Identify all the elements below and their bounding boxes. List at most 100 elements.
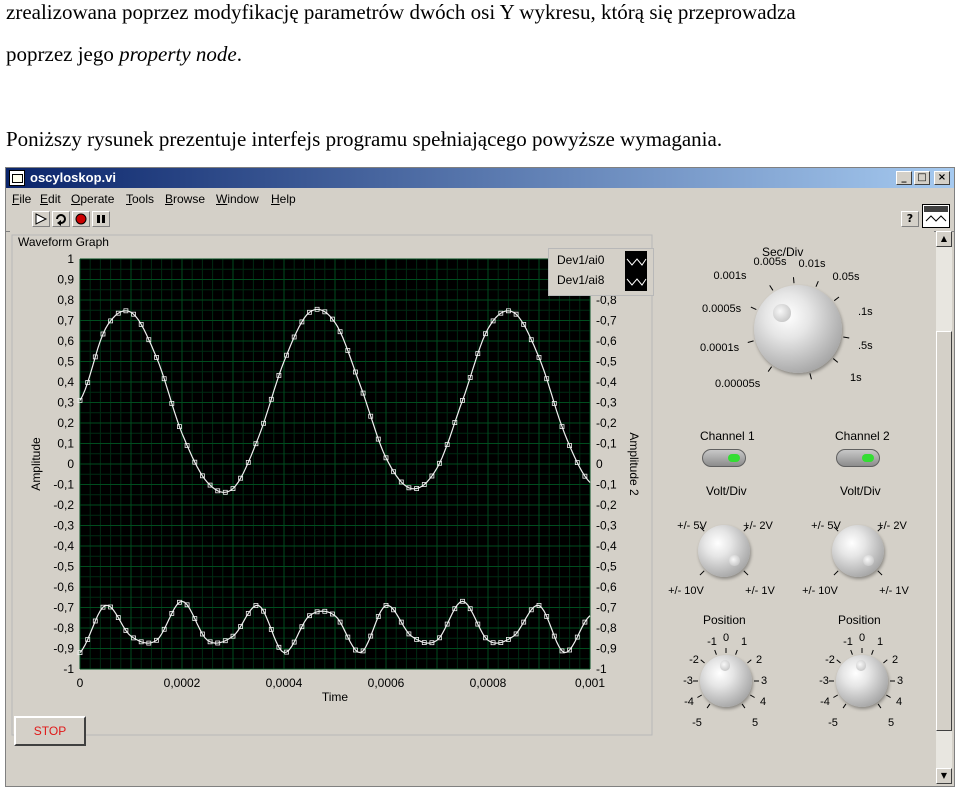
channel2-led[interactable] — [836, 449, 880, 467]
y-tick-label: -0,4 — [53, 539, 74, 553]
stop-button[interactable]: STOP — [14, 716, 86, 746]
menu-edit[interactable]: Edit — [40, 192, 61, 206]
y-tick-label: 0,2 — [57, 416, 74, 430]
app-icon[interactable] — [9, 170, 25, 186]
channel1-volt-scale-label: +/- 1V — [745, 585, 775, 597]
channel2-position-scale-label: -3 — [819, 675, 829, 687]
maximize-button[interactable]: □ — [914, 171, 930, 185]
channel2-position-knob[interactable] — [836, 655, 888, 707]
menu-tools[interactable]: Tools — [126, 192, 154, 206]
dial-tick — [833, 296, 840, 302]
channel2-position-scale-label: -1 — [843, 636, 853, 648]
sec-div-label: Sec/Div — [762, 245, 804, 259]
sec-div-scale-label: .5s — [858, 340, 873, 352]
menu-file[interactable]: File — [12, 192, 31, 206]
y2-tick-label: -0,3 — [596, 519, 617, 533]
dial-tick — [885, 694, 891, 698]
channel2-volt-div-label: Volt/Div — [840, 484, 881, 498]
y2-tick-label: -1 — [596, 662, 607, 676]
dial-tick — [743, 570, 749, 576]
channel2-position-scale-label: 3 — [897, 675, 903, 687]
channel1-position-scale-label: 2 — [756, 654, 762, 666]
sec-div-knob[interactable] — [754, 285, 842, 373]
dial-tick — [697, 694, 703, 698]
dial-tick — [769, 285, 774, 291]
y2-tick-label: -0,6 — [596, 580, 617, 594]
dial-tick — [842, 703, 847, 709]
waveform-graph[interactable]: 1 0,9 0,8 0,7 0,6 0,5 0,4 0,3 0,2 0,1 0 -0,1 -0,2 -0,… — [29, 252, 641, 704]
y-tick-label: -0,6 — [53, 580, 74, 594]
y2-tick-label: -0,7 — [596, 314, 617, 328]
y-tick-label: -0,9 — [53, 642, 74, 656]
y-tick-label: -1 — [63, 662, 74, 676]
title-bar[interactable]: oscyloskop.vi _ □ × — [6, 168, 954, 188]
vi-icon[interactable] — [922, 204, 950, 228]
channel2-volt-scale-label: +/- 2V — [877, 520, 907, 532]
dial-tick — [871, 649, 874, 655]
run-continuously-icon[interactable] — [52, 211, 70, 227]
dial-tick — [699, 570, 705, 576]
dial-tick — [877, 570, 883, 576]
channel1-position-scale-label: -2 — [689, 654, 699, 666]
vertical-scrollbar[interactable]: ▲ ▼ — [936, 231, 952, 784]
run-arrow-icon[interactable] — [32, 211, 50, 227]
y2-tick-label: -0,4 — [596, 539, 617, 553]
channel2-position-scale-label: -5 — [828, 717, 838, 729]
scroll-up-arrow-icon[interactable]: ▲ — [936, 231, 952, 247]
toolbar: ? — [6, 209, 954, 232]
y2-tick-label: -0,2 — [596, 416, 617, 430]
sec-div-scale-label: 0.001s — [713, 270, 747, 282]
menu-help[interactable]: Help — [271, 192, 296, 206]
channel2-position-scale-label: 5 — [888, 717, 894, 729]
y2-tick-label: -0,1 — [596, 437, 617, 451]
help-button[interactable]: ? — [901, 211, 919, 227]
dial-tick — [747, 659, 752, 664]
y-tick-label: 0,4 — [57, 375, 74, 389]
doc-line-2-suffix: . — [236, 42, 242, 66]
x-tick-label: 0,0004 — [266, 676, 303, 690]
y-tick-label: -0,5 — [53, 560, 74, 574]
y-tick-label: -0,1 — [53, 478, 74, 492]
channel1-position-scale-label: 1 — [741, 636, 747, 648]
graph-legend[interactable]: Dev1/ai0 Dev1/ai8 — [548, 248, 654, 296]
channel1-position-scale-label: 4 — [760, 696, 766, 708]
menu-browse[interactable]: Browse — [165, 192, 205, 206]
scroll-thumb[interactable] — [936, 331, 952, 731]
sec-div-scale-label: 0.00005s — [715, 378, 761, 390]
menu-window[interactable]: Window — [216, 192, 259, 206]
channel1-position-scale-label: 0 — [723, 632, 729, 644]
y-tick-label: -0,3 — [53, 519, 74, 533]
channel1-volt-scale-label: +/- 10V — [668, 585, 704, 597]
legend-item-ai8: Dev1/ai8 — [557, 273, 605, 287]
channel1-led[interactable] — [702, 449, 746, 467]
channel2-volt-knob[interactable] — [832, 525, 884, 577]
scroll-down-arrow-icon[interactable]: ▼ — [936, 768, 952, 784]
menu-operate[interactable]: Operate — [71, 192, 114, 206]
dial-tick — [767, 366, 773, 372]
sec-div-scale-label: 0.0005s — [702, 303, 742, 315]
minimize-button[interactable]: _ — [896, 171, 912, 185]
channel1-volt-knob[interactable] — [698, 525, 750, 577]
dial-tick — [833, 694, 839, 698]
x-axis-label: Time — [322, 690, 349, 704]
y-tick-label: 0,3 — [57, 396, 74, 410]
menu-bar: File Edit Operate Tools Browse Window He… — [6, 190, 954, 208]
dial-tick — [836, 659, 841, 664]
sec-div-scale-label: 0.0001s — [700, 342, 740, 354]
sec-div-scale-label: 0.01s — [799, 258, 826, 270]
abort-icon[interactable] — [72, 211, 90, 227]
close-button[interactable]: × — [934, 171, 950, 185]
pause-icon[interactable] — [92, 211, 110, 227]
doc-line-3: Poniższy rysunek prezentuje interfejs pr… — [6, 127, 723, 151]
channel2-volt-scale-label: +/- 10V — [802, 585, 838, 597]
y-tick-label: 0,7 — [57, 314, 74, 328]
channel1-position-knob[interactable] — [700, 655, 752, 707]
y-tick-label: 0 — [67, 457, 74, 471]
channel2-volt-scale-label: +/- 1V — [879, 585, 909, 597]
front-panel: 1 0,9 0,8 0,7 0,6 0,5 0,4 0,3 0,2 0,1 0 -0,1 -0,2 -0,… — [10, 231, 934, 784]
channel2-position-scale-label: 4 — [896, 696, 902, 708]
dial-tick — [883, 659, 888, 664]
channel2-label: Channel 2 — [835, 429, 890, 443]
dial-tick — [747, 340, 754, 343]
y-tick-label: 0,5 — [57, 355, 74, 369]
